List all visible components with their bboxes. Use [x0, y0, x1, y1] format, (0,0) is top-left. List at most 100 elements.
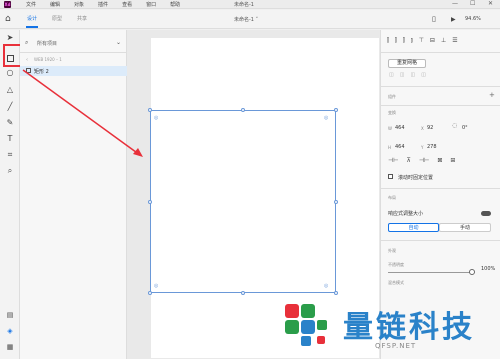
manual-button[interactable]: 手动	[439, 223, 491, 232]
align-right-icon[interactable]: ⫿	[403, 37, 405, 45]
layout-label: 布局	[388, 195, 396, 200]
repeat-grid-button[interactable]: 重复网格	[388, 59, 426, 68]
resize-handle-s[interactable]	[241, 291, 245, 295]
fix-position-checkbox[interactable]	[388, 174, 393, 179]
resize-handle-w[interactable]	[148, 200, 152, 204]
resize-handle-e[interactable]	[334, 200, 338, 204]
align-bottom-icon[interactable]: ⊥	[441, 37, 446, 45]
align-center-icon[interactable]: ⫿	[395, 37, 397, 45]
resize-handle-n[interactable]	[241, 108, 245, 112]
menu-plugins[interactable]: 插件	[98, 1, 108, 8]
menu-help[interactable]: 帮助	[170, 1, 180, 8]
opacity-slider[interactable]	[388, 272, 474, 273]
corner-radius-handle[interactable]: ◎	[324, 283, 328, 289]
flip-horizontal-icon[interactable]: ⊣⊢	[388, 157, 398, 164]
tab-design[interactable]: 设计	[27, 15, 37, 22]
zoom-level[interactable]: 94.6%	[465, 16, 481, 22]
pen-tool-icon[interactable]: ✎	[5, 118, 15, 128]
lock-aspect-icon[interactable]: ⊣⊢	[419, 157, 429, 164]
polygon-tool-icon[interactable]: △	[5, 85, 15, 95]
responsive-resize-toggle[interactable]	[481, 211, 491, 216]
corner-radius-handle[interactable]: ◎	[154, 283, 158, 289]
menu-view[interactable]: 查看	[122, 1, 132, 8]
ellipse-tool-icon[interactable]: ○	[5, 68, 15, 78]
flip-toolbar: ⊣⊢ ⊼ ⊣⊢ ⊠ ⊞	[388, 157, 455, 164]
union-icon[interactable]: ◫	[389, 72, 394, 78]
subtract-icon[interactable]: ◫	[400, 72, 405, 78]
rectangle-layer-icon	[26, 68, 31, 73]
minimize-button[interactable]: —	[452, 0, 458, 7]
opacity-value[interactable]: 100%	[481, 266, 495, 272]
layer-label: 矩形 2	[34, 69, 49, 75]
selected-rectangle[interactable]	[150, 110, 336, 293]
app-logo: Xd	[4, 1, 11, 8]
exclude-icon[interactable]: ◫	[421, 72, 426, 78]
align-top-icon[interactable]: ⊤	[419, 37, 424, 45]
props-divider	[381, 86, 500, 87]
home-icon[interactable]: ⌂	[5, 14, 11, 24]
x-label: X	[421, 126, 424, 131]
select-tool-icon[interactable]: ➤	[5, 33, 15, 43]
x-input[interactable]: 92	[427, 125, 433, 131]
flip-vertical-icon[interactable]: ⊼	[406, 157, 410, 164]
corner-radius-handle[interactable]: ◎	[324, 115, 328, 121]
document-title[interactable]: 未命名-1 ˅	[234, 16, 258, 23]
back-arrow-icon[interactable]: ‹	[26, 57, 28, 63]
opacity-slider-handle[interactable]	[469, 269, 475, 275]
tab-prototype[interactable]: 原型	[52, 15, 62, 22]
chevron-down-icon[interactable]: ⌄	[116, 39, 121, 46]
text-tool-icon[interactable]: T	[5, 134, 15, 144]
repeat-grid-label: 重复网格	[396, 60, 417, 66]
height-input[interactable]: 464	[395, 144, 405, 150]
fix-position-label: 滚动时固定位置	[398, 175, 434, 181]
menu-object[interactable]: 对象	[74, 1, 84, 8]
menu-file[interactable]: 文件	[26, 1, 36, 8]
line-tool-icon[interactable]: ╱	[5, 102, 15, 112]
breadcrumb[interactable]: WEB 1920 – 1	[34, 57, 62, 62]
resize-icon[interactable]: ⊠	[437, 157, 442, 164]
auto-button[interactable]: 自动	[388, 223, 439, 232]
menu-edit[interactable]: 编辑	[50, 1, 60, 8]
assets-icon[interactable]: ▤	[5, 310, 15, 320]
device-preview-icon[interactable]: ▯	[432, 15, 436, 23]
grid-icon[interactable]: ⊞	[450, 157, 455, 164]
resize-handle-ne[interactable]	[334, 108, 338, 112]
layers-divider	[20, 52, 127, 53]
search-input[interactable]: 所有项目	[37, 40, 57, 47]
boolean-toolbar: ◫ ◫ ◫ ◫	[389, 72, 426, 78]
watermark-logo	[285, 304, 327, 346]
y-input[interactable]: 278	[427, 144, 437, 150]
auto-label: 自动	[408, 225, 419, 231]
window-title: 未命名-1	[234, 2, 254, 8]
w-label: W	[388, 126, 392, 131]
resize-handle-se[interactable]	[334, 291, 338, 295]
play-icon[interactable]: ▶	[451, 16, 456, 23]
align-middle-icon[interactable]: ⊟	[430, 37, 435, 45]
align-toolbar: ⫿ ⫿ ⫿ ⫾ ⊤ ⊟ ⊥ ☰	[387, 37, 458, 45]
layer-item[interactable]: 矩形 2	[20, 66, 127, 76]
align-left-icon[interactable]: ⫿	[387, 37, 389, 45]
resize-handle-nw[interactable]	[148, 108, 152, 112]
transform-label: 变换	[388, 110, 396, 115]
tab-share[interactable]: 共享	[77, 15, 87, 22]
distribute-icon[interactable]: ⫾	[411, 37, 413, 45]
width-input[interactable]: 464	[395, 125, 405, 131]
add-component-icon[interactable]: +	[489, 91, 495, 99]
close-button[interactable]: ✕	[488, 0, 493, 7]
plugins-icon[interactable]: ▦	[5, 342, 15, 352]
h-label: H	[388, 145, 392, 150]
zoom-tool-icon[interactable]: ⌕	[5, 166, 15, 176]
props-divider	[381, 188, 500, 189]
menu-window[interactable]: 窗口	[146, 1, 156, 8]
rotation-input[interactable]: 0°	[462, 125, 468, 131]
artboard-tool-icon[interactable]: ⌗	[5, 150, 15, 160]
corner-radius-handle[interactable]: ◎	[154, 115, 158, 121]
resize-handle-sw[interactable]	[148, 291, 152, 295]
mode-toolbar: ⌂ 设计 原型 共享 未命名-1 ˅ ▯ ▶ 94.6%	[0, 10, 500, 29]
appearance-label: 外观	[388, 248, 396, 253]
layers-icon[interactable]: ◈	[5, 326, 15, 336]
layers-search[interactable]: ⌕ 所有项目 ⌄	[25, 39, 121, 48]
distribute-v-icon[interactable]: ☰	[452, 37, 457, 45]
intersect-icon[interactable]: ◫	[410, 72, 415, 78]
maximize-button[interactable]: ☐	[470, 0, 475, 7]
